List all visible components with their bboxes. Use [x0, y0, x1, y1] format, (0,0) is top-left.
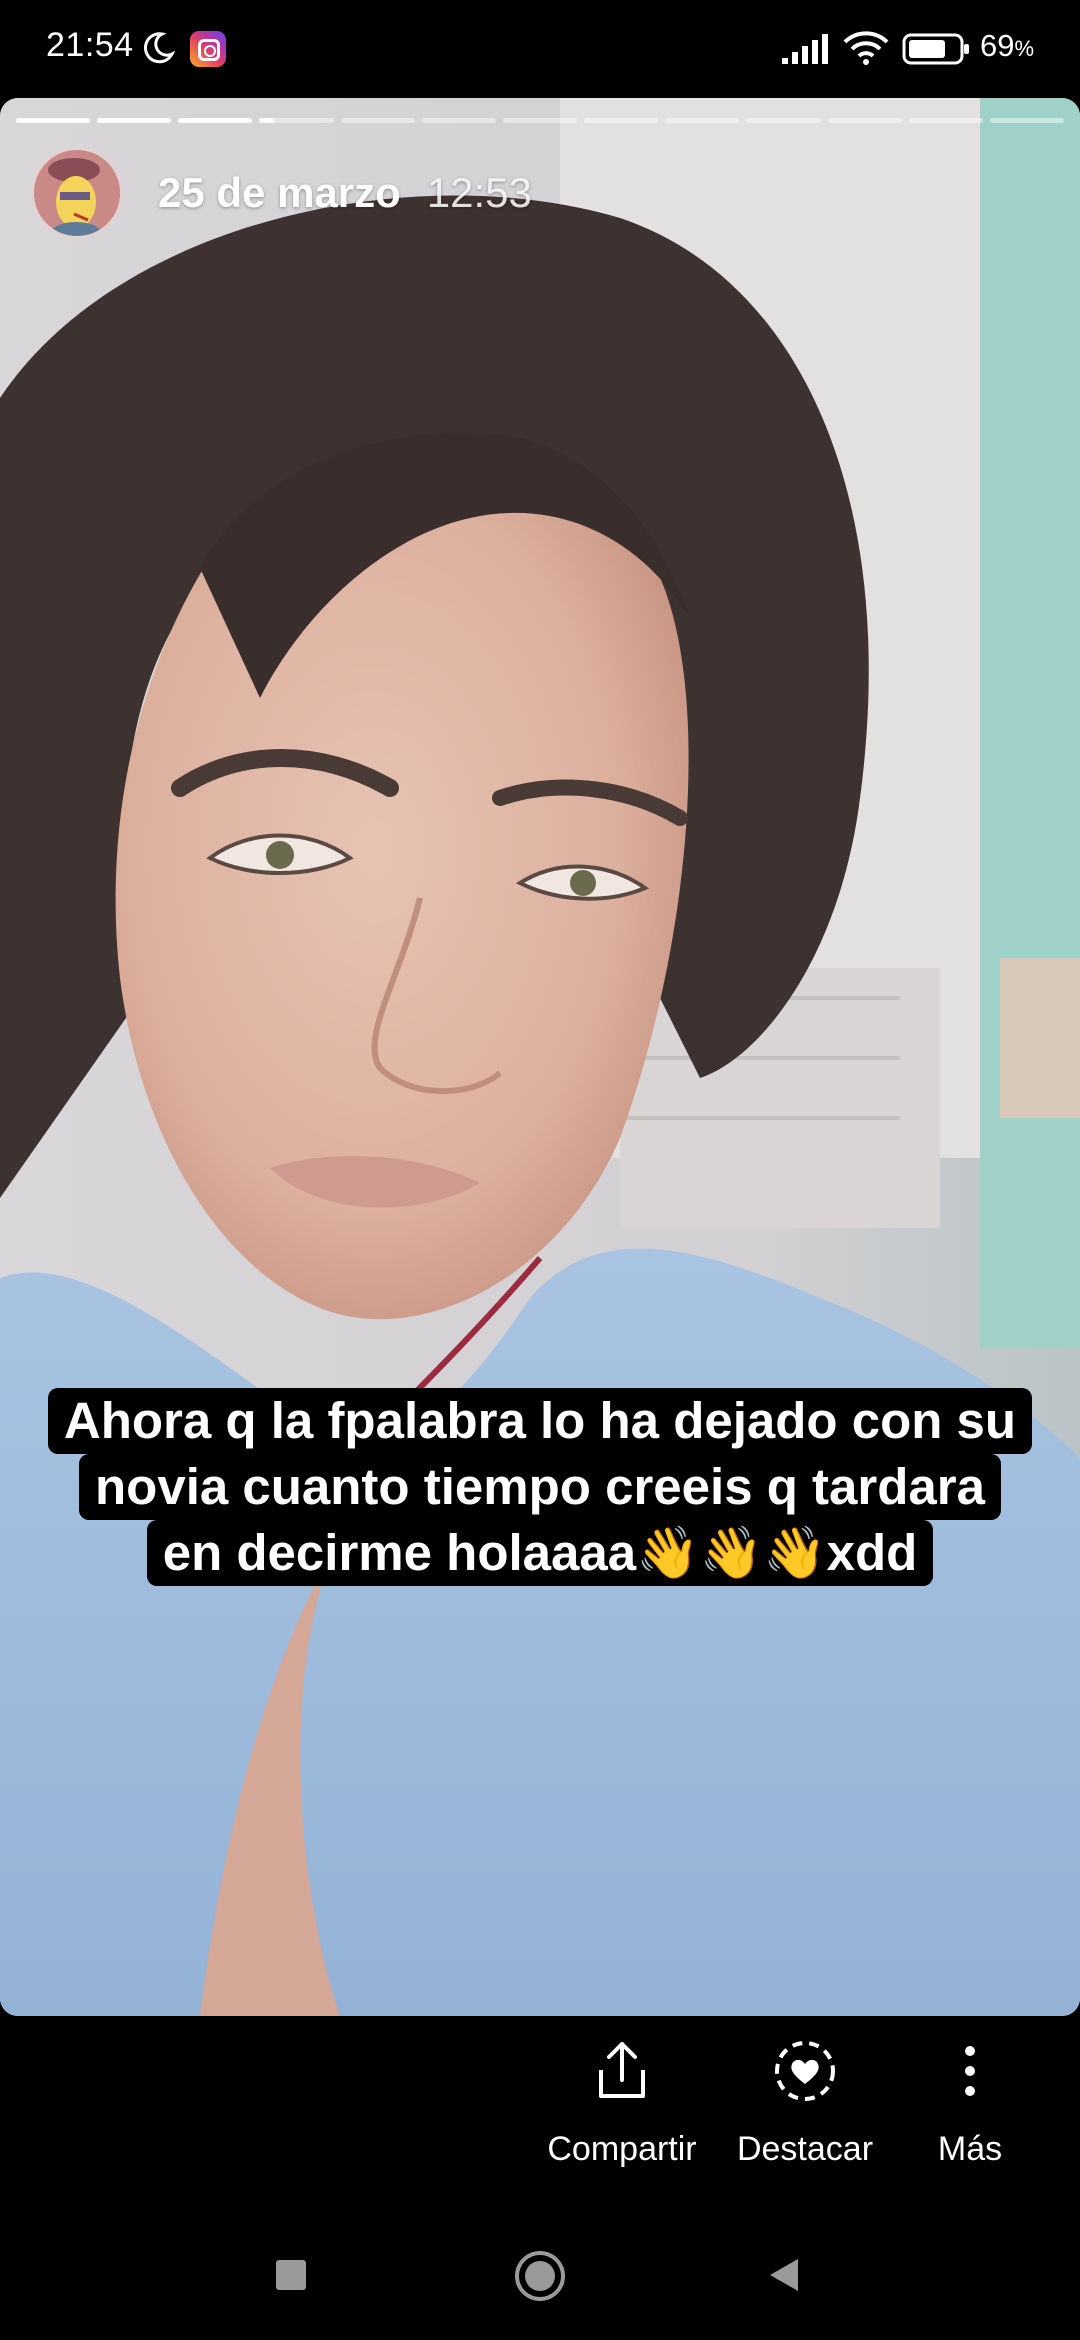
progress-segment — [746, 118, 821, 123]
battery-percentage: 69% — [980, 28, 1035, 63]
home-icon[interactable] — [514, 2250, 566, 2302]
progress-segment — [827, 118, 902, 123]
progress-segment-fill — [16, 118, 91, 123]
back-icon[interactable] — [766, 2256, 802, 2294]
progress-segment — [259, 118, 334, 123]
progress-segment — [97, 118, 172, 123]
progress-segment — [421, 118, 496, 123]
caption-line: en decirme holaaaa👋👋👋xdd — [146, 1520, 934, 1586]
avatar[interactable] — [32, 148, 122, 238]
more-label: Más — [937, 2130, 1003, 2168]
story-time: 12:53 — [426, 169, 532, 216]
recents-icon[interactable] — [274, 2258, 308, 2292]
share-label: Compartir — [547, 2130, 697, 2168]
share-button[interactable]: Compartir — [532, 2036, 712, 2169]
highlight-button[interactable]: Destacar — [715, 2036, 895, 2169]
progress-segment-fill — [178, 118, 253, 123]
avatar-icon — [34, 150, 120, 236]
story-caption: Ahora q la fpalabra lo ha dejado con su … — [0, 1388, 1080, 1586]
progress-segment — [16, 118, 91, 123]
story-header: 25 de marzo 12:53 — [32, 148, 532, 238]
progress-segment — [178, 118, 253, 123]
story-viewer[interactable]: 25 de marzo 12:53 Ahora q la fpalabra lo… — [0, 98, 1080, 2016]
caption-line: Ahora q la fpalabra lo ha dejado con su — [47, 1388, 1033, 1454]
instagram-notification-icon — [190, 31, 226, 67]
story-action-bar: Compartir Destacar Más — [0, 2016, 1080, 2206]
progress-segment-fill — [97, 118, 172, 123]
progress-segment-fill — [259, 118, 275, 123]
caption-line: novia cuanto tiempo creeis q tardara — [79, 1454, 1001, 1520]
story-photo — [0, 98, 1080, 2016]
progress-segment — [584, 118, 659, 123]
progress-segment — [989, 118, 1065, 123]
progress-segment — [502, 118, 578, 123]
status-time: 21:54 — [46, 26, 134, 64]
wifi-icon — [843, 31, 889, 65]
more-button[interactable]: Más — [880, 2036, 1060, 2169]
status-bar: 21:54 69% — [0, 0, 1080, 96]
progress-segment — [340, 118, 415, 123]
highlight-heart-icon — [775, 2041, 835, 2101]
progress-segment — [908, 118, 983, 123]
progress-segment — [665, 118, 740, 123]
signal-icon — [782, 34, 828, 64]
system-navigation-bar — [0, 2206, 1080, 2340]
highlight-label: Destacar — [736, 2130, 874, 2168]
battery-icon — [902, 33, 969, 65]
story-date: 25 de marzo — [158, 169, 401, 216]
story-progress-bars — [16, 118, 1065, 124]
moon-icon — [143, 32, 176, 64]
share-icon — [599, 2042, 645, 2098]
more-vertical-icon — [965, 2046, 975, 2096]
